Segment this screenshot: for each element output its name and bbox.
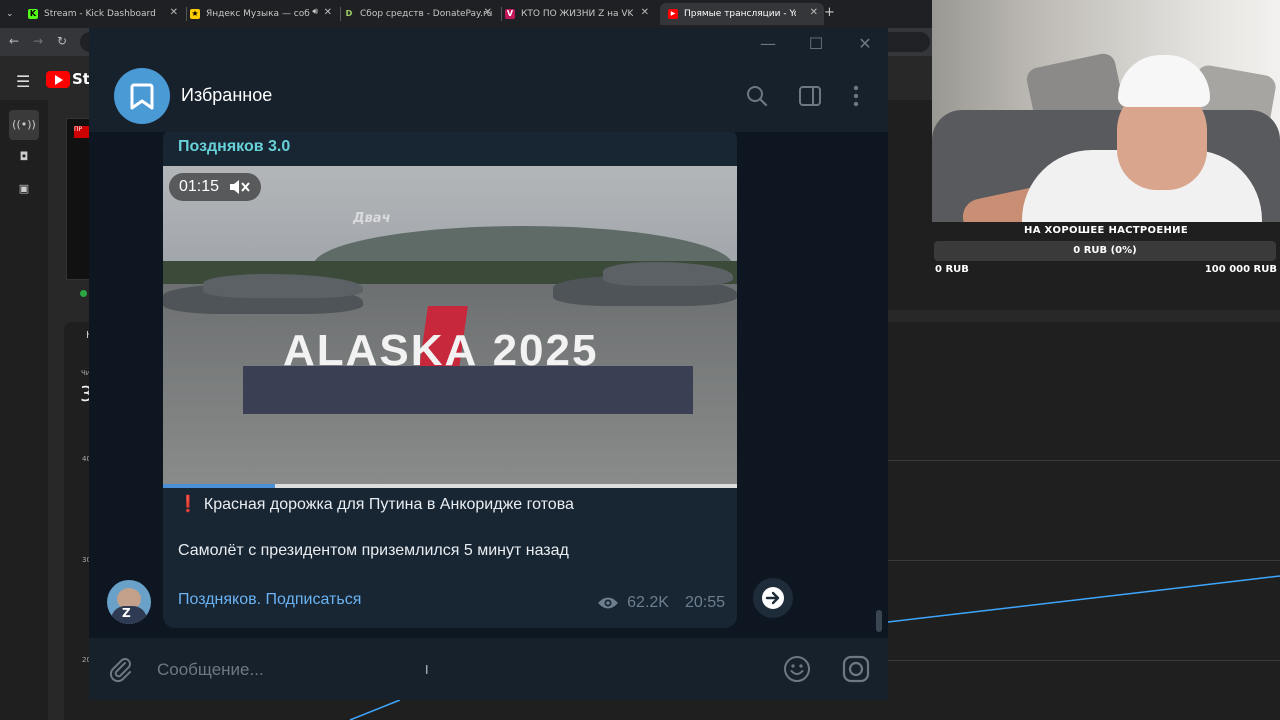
sender-avatar[interactable]: Z — [107, 580, 151, 624]
new-tab-button[interactable]: + — [824, 5, 835, 20]
tab-kick-dashboard[interactable]: K Stream - Kick Dashboard ✕ — [28, 3, 184, 25]
tab-yandex-music[interactable]: ★ Яндекс Музыка — собирае 🔊︎ ✕ — [190, 3, 338, 25]
chart-gridline — [888, 660, 1280, 661]
muted-speaker-icon[interactable] — [229, 178, 251, 196]
forward-arrow-icon[interactable]: → — [33, 34, 43, 48]
telegram-window: — ☐ ✕ Избранное Поздняков 3.0 ALASKA 202… — [89, 28, 888, 700]
chat-title[interactable]: Избранное — [181, 85, 272, 106]
donation-goal-min: 0 RUB — [935, 264, 969, 275]
minimize-icon[interactable]: — — [753, 34, 783, 53]
message-meta: 62.2K 20:55 — [597, 594, 725, 612]
message-input[interactable] — [155, 658, 759, 682]
tab-vk-video[interactable]: V КТО ПО ЖИЗНИ Z на VK Видео ✕ — [505, 3, 655, 25]
tab-search-button[interactable]: ⌄ — [6, 3, 22, 25]
forward-message-button[interactable] — [753, 578, 793, 618]
message-line-1-text: Красная дорожка для Путина в Анкоридже г… — [203, 496, 574, 513]
kick-favicon-icon: K — [28, 9, 38, 19]
donation-goal-bar: 0 RUB (0%) — [934, 241, 1276, 261]
message-line-1: ❗ Красная дорожка для Путина в Анкоридже … — [178, 494, 574, 514]
more-options-icon[interactable] — [844, 84, 868, 108]
tab-donatepay[interactable]: D Сбор средств - DonatePay.ru ✕ — [344, 3, 498, 25]
saved-streams-icon[interactable]: ▣ — [15, 182, 33, 200]
tab-title: Stream - Kick Dashboard — [44, 9, 156, 19]
live-badge: ПР — [74, 126, 90, 138]
tab-title: Прямые трансляции - YouTube — [684, 9, 796, 19]
yandex-music-favicon-icon: ★ — [190, 9, 200, 19]
message-line-2: Самолёт с президентом приземлился 5 мину… — [178, 542, 569, 559]
text-cursor-ibeam-icon: I — [425, 663, 429, 677]
search-icon[interactable] — [745, 84, 769, 108]
tab-divider — [340, 7, 341, 21]
saved-messages-avatar[interactable] — [114, 68, 170, 124]
tab-title: КТО ПО ЖИЗНИ Z на VK Видео — [521, 9, 633, 19]
video-banner-right: 2025 — [492, 326, 599, 375]
telegram-titlebar: — ☐ ✕ — [89, 28, 888, 60]
camera-icon[interactable]: ◘ — [15, 150, 33, 168]
maximize-icon[interactable]: ☐ — [801, 34, 831, 53]
forward-arrow-icon — [762, 587, 784, 609]
message-composer — [89, 638, 888, 700]
donation-goal-title: НА ХОРОШЕЕ НАСТРОЕНИЕ — [1024, 225, 1188, 236]
video-banner-left: ALASKA — [283, 326, 479, 375]
tab-youtube-live[interactable]: ▶ Прямые трансляции - YouTube ✕ — [660, 3, 824, 25]
chat-scrollbar[interactable] — [876, 132, 883, 632]
views-count: 62.2K — [627, 594, 669, 611]
video-attachment[interactable]: ALASKA 2025 Двач 01:15 — [163, 166, 737, 488]
audio-playing-icon[interactable]: 🔊︎ — [312, 7, 318, 17]
message-time: 20:55 — [684, 594, 725, 611]
exclamation-icon: ❗ — [178, 496, 198, 513]
video-banner-text: ALASKA 2025 — [283, 326, 598, 376]
vk-video-favicon-icon: V — [505, 9, 515, 19]
tab-close-icon[interactable]: ✕ — [641, 7, 649, 18]
tab-close-icon[interactable]: ✕ — [810, 7, 818, 18]
message-bubble[interactable]: Поздняков 3.0 ALASKA 2025 Двач 01:15 ❗ К… — [163, 132, 737, 628]
donation-goal-current: 0 RUB (0%) — [1073, 245, 1137, 256]
stream-status-dot — [80, 290, 87, 297]
viewers-chart-line — [888, 575, 1280, 623]
donatepay-favicon-icon: D — [344, 9, 354, 19]
viewers-chart-line-tail — [349, 699, 401, 720]
video-progress-fill — [163, 484, 275, 488]
youtube-logo-icon[interactable] — [46, 71, 70, 88]
donation-goal-widget: НА ХОРОШЕЕ НАСТРОЕНИЕ 0 RUB (0%) 0 RUB 1… — [932, 222, 1280, 278]
chart-gridline — [888, 560, 1280, 561]
video-watermark: Двач — [353, 211, 391, 226]
donation-goal-max: 100 000 RUB — [1204, 264, 1277, 275]
tab-close-icon[interactable]: ✕ — [324, 7, 332, 18]
bookmark-icon — [130, 83, 154, 110]
tab-close-icon[interactable]: ✕ — [170, 7, 178, 18]
menu-hamburger-icon[interactable]: ☰ — [16, 72, 30, 91]
tab-close-icon[interactable]: ✕ — [484, 7, 492, 18]
video-duration: 01:15 — [179, 178, 220, 195]
video-duration-chip[interactable]: 01:15 — [169, 173, 262, 201]
subscribe-link[interactable]: Поздняков. Подписаться — [178, 591, 361, 609]
reload-icon[interactable]: ↻ — [57, 34, 67, 48]
chat-area: Поздняков 3.0 ALASKA 2025 Двач 01:15 ❗ К… — [89, 132, 888, 638]
chat-scroll-thumb[interactable] — [876, 610, 882, 632]
sidebar-toggle-icon[interactable] — [798, 84, 822, 108]
live-broadcast-icon[interactable]: ((•)) — [9, 110, 39, 140]
video-progress-bar[interactable] — [163, 484, 737, 488]
tab-divider — [501, 7, 502, 21]
tab-divider — [186, 7, 187, 21]
chart-gridline — [888, 460, 1280, 461]
views-eye-icon — [598, 597, 619, 609]
webcam-overlay — [932, 0, 1280, 222]
close-window-icon[interactable]: ✕ — [850, 34, 880, 53]
back-arrow-icon[interactable]: ← — [9, 34, 19, 48]
message-author[interactable]: Поздняков 3.0 — [178, 138, 290, 156]
browser-tab-strip: ⌄ K Stream - Kick Dashboard ✕ ★ Яндекс М… — [0, 0, 932, 28]
attach-paperclip-icon[interactable] — [105, 654, 135, 684]
tab-title: Сбор средств - DonatePay.ru — [360, 9, 493, 19]
video-message-camera-icon[interactable] — [841, 654, 871, 684]
avatar-z-letter: Z — [122, 606, 131, 620]
emoji-icon[interactable] — [782, 654, 812, 684]
tab-title: Яндекс Музыка — собирае — [206, 9, 310, 19]
youtube-favicon-icon: ▶ — [668, 9, 678, 19]
